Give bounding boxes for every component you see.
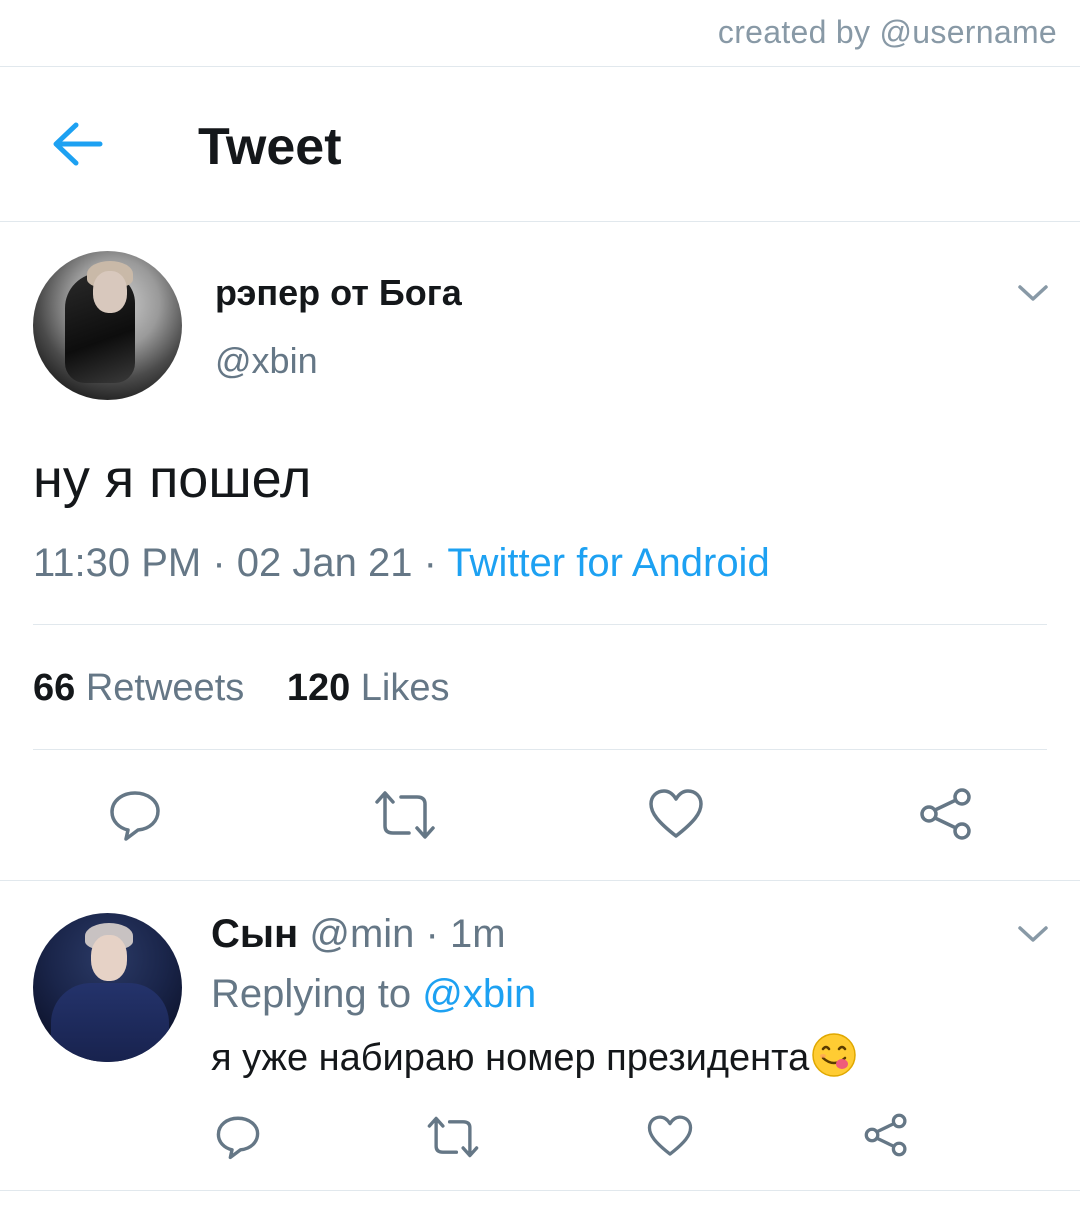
top-app-bar: Tweet bbox=[0, 67, 1080, 222]
replying-prefix: Replying to bbox=[211, 972, 423, 1016]
watermark-bar: created by @username bbox=[0, 0, 1080, 67]
author-handle[interactable]: @xbin bbox=[215, 340, 318, 382]
likes-label: Likes bbox=[360, 667, 450, 709]
reply-icon bbox=[110, 791, 160, 841]
chevron-down-icon bbox=[1018, 285, 1048, 301]
reply-handle[interactable]: @min bbox=[309, 912, 414, 956]
meta-separator: · bbox=[201, 541, 237, 585]
section-separator bbox=[0, 1190, 1080, 1191]
tweet-meta: 11:30 PM · 02 Jan 21 · Twitter for Andro… bbox=[33, 541, 770, 586]
share-icon bbox=[864, 1113, 907, 1157]
tweet-date: 02 Jan 21 bbox=[236, 541, 413, 585]
replying-to: Replying to @xbin bbox=[211, 972, 536, 1017]
reply-share-button[interactable] bbox=[863, 1112, 909, 1158]
watermark-text: created by @username bbox=[717, 14, 1057, 50]
meta-separator: · bbox=[412, 541, 448, 585]
section-separator bbox=[0, 880, 1080, 881]
retweet-icon bbox=[427, 1116, 479, 1158]
back-button[interactable] bbox=[50, 119, 106, 169]
yum-face-emoji bbox=[811, 1032, 857, 1088]
tweet-menu-button[interactable] bbox=[1017, 283, 1049, 303]
reply-header: Сын @min · 1m bbox=[211, 912, 506, 957]
reply-display-name[interactable]: Сын bbox=[211, 912, 298, 956]
tweet-time: 11:30 PM bbox=[33, 541, 202, 585]
share-button[interactable] bbox=[918, 786, 974, 842]
reply-text-row: я уже набираю номер президента bbox=[211, 1032, 857, 1088]
retweets-label: Retweets bbox=[85, 667, 245, 709]
share-icon bbox=[920, 788, 971, 840]
reply-retweet-button[interactable] bbox=[426, 1114, 480, 1160]
likes-count: 120 bbox=[286, 667, 351, 709]
reply-time-separator: · bbox=[414, 912, 450, 956]
reply-button[interactable] bbox=[108, 788, 162, 842]
reply-author-avatar[interactable] bbox=[33, 913, 182, 1062]
reply-reply-button[interactable] bbox=[215, 1114, 261, 1160]
divider bbox=[33, 624, 1047, 625]
reply-timestamp: 1m bbox=[449, 912, 506, 956]
reply-like-button[interactable] bbox=[647, 1114, 693, 1158]
author-avatar[interactable] bbox=[33, 251, 182, 400]
reply-icon bbox=[216, 1116, 260, 1160]
chevron-down-icon bbox=[1018, 926, 1048, 942]
tweet-text: ну я пошел bbox=[33, 449, 312, 509]
tweet-stats: 66 Retweets 120 Likes bbox=[33, 667, 450, 710]
avatar-face bbox=[93, 271, 127, 313]
author-display-name[interactable]: рэпер от Бога bbox=[215, 272, 462, 314]
reply-text: я уже набираю номер президента bbox=[211, 1037, 810, 1079]
like-icon bbox=[647, 1115, 693, 1156]
page-title: Tweet bbox=[198, 118, 342, 176]
tweet-source-link[interactable]: Twitter for Android bbox=[447, 541, 769, 585]
retweets-count: 66 bbox=[33, 667, 76, 709]
tweet-page: created by @username Tweet рэпер от Бога… bbox=[0, 0, 1080, 1208]
like-icon bbox=[649, 789, 703, 838]
likes-stat[interactable]: 120 Likes bbox=[287, 667, 450, 710]
arrow-left-icon bbox=[53, 122, 103, 166]
retweets-stat[interactable]: 66 Retweets bbox=[33, 667, 244, 710]
avatar-face bbox=[91, 935, 127, 981]
retweet-icon bbox=[375, 791, 435, 839]
replying-mention-link[interactable]: @xbin bbox=[422, 972, 536, 1016]
like-button[interactable] bbox=[648, 788, 704, 840]
divider bbox=[33, 749, 1047, 750]
avatar-jacket bbox=[51, 983, 169, 1062]
retweet-button[interactable] bbox=[373, 788, 437, 842]
reply-menu-button[interactable] bbox=[1017, 924, 1049, 944]
